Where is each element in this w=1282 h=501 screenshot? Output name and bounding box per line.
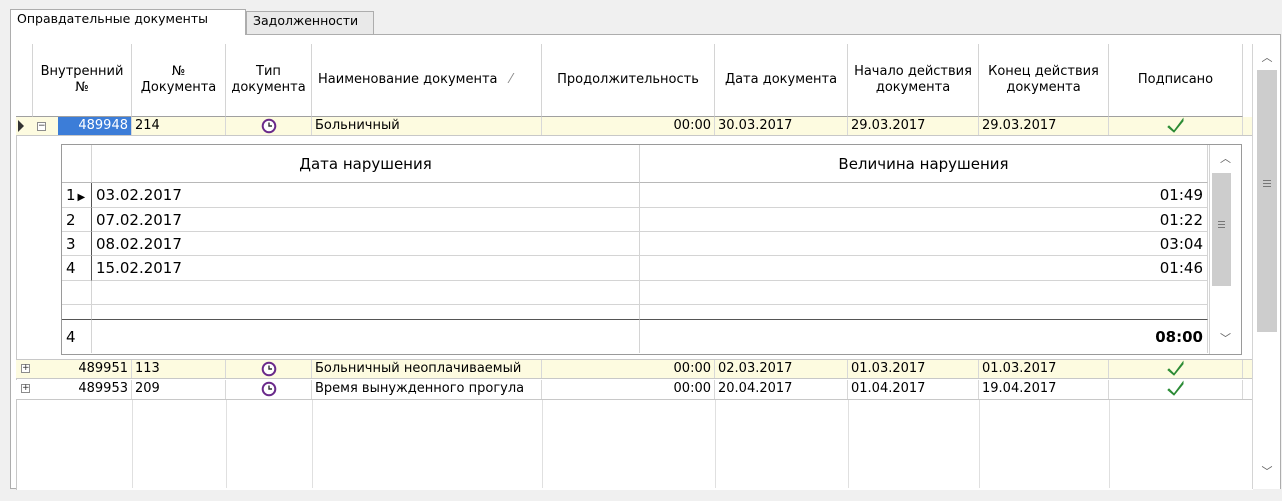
cell-violation-value[interactable]: 01:46 xyxy=(640,256,1208,281)
table-row[interactable]: + 489951 113 Больничный неоплачиваемый 0… xyxy=(16,359,1252,379)
scroll-down-icon[interactable]: ﹀ xyxy=(1253,464,1281,480)
col-header-duration[interactable]: Продолжительность xyxy=(542,44,715,117)
collapse-icon[interactable]: − xyxy=(37,122,46,131)
cell-doc-date[interactable]: 02.03.2017 xyxy=(715,360,848,378)
scroll-down-icon[interactable]: ﹀ xyxy=(1210,331,1241,347)
cell-doc-date[interactable]: 30.03.2017 xyxy=(715,117,848,135)
cell-end[interactable]: 29.03.2017 xyxy=(979,117,1109,135)
clock-icon xyxy=(261,381,276,397)
tab-justifying-documents[interactable]: Оправдательные документы xyxy=(10,9,246,35)
row-number: 3 xyxy=(62,232,92,256)
scroll-up-icon[interactable]: ︿ xyxy=(1253,50,1281,66)
cell-duration[interactable]: 00:00 xyxy=(542,117,715,135)
new-row-cell[interactable] xyxy=(640,281,1208,305)
footer-empty xyxy=(92,319,640,353)
scroll-up-icon[interactable]: ︿ xyxy=(1210,151,1241,167)
cell-violation-value[interactable]: 01:22 xyxy=(640,208,1208,232)
col-header-doc-type[interactable]: Тип документа xyxy=(226,44,312,117)
cell-violation-date[interactable]: 08.02.2017 xyxy=(92,232,640,256)
col-header-start[interactable]: Начало действия документа xyxy=(848,44,979,117)
tab-label: Задолженности xyxy=(253,13,359,28)
expand-icon[interactable]: + xyxy=(21,384,30,393)
check-icon xyxy=(1166,360,1183,376)
cell-signed[interactable] xyxy=(1109,380,1243,399)
cell-start[interactable]: 01.04.2017 xyxy=(848,380,979,399)
cell-violation-value[interactable]: 03:04 xyxy=(640,232,1208,256)
cell-doc-no[interactable]: 209 xyxy=(132,380,226,399)
cell-duration[interactable]: 00:00 xyxy=(542,360,715,378)
col-header-violation-value[interactable]: Величина нарушения xyxy=(640,145,1208,183)
detail-scroll-thumb[interactable] xyxy=(1212,173,1231,286)
tab-debts[interactable]: Задолженности xyxy=(246,11,374,34)
table-row[interactable]: + 489953 209 Время вынужденного прогула … xyxy=(16,380,1252,400)
current-row-indicator-icon: ▶ xyxy=(77,192,86,203)
cell-start[interactable]: 01.03.2017 xyxy=(848,360,979,378)
col-header-internal-no[interactable]: Внутренний № xyxy=(33,44,132,117)
col-header-violation-date[interactable]: Дата нарушения xyxy=(92,145,640,183)
main-scrollbar[interactable]: ︿ ﹀ xyxy=(1252,44,1280,489)
col-header-signed[interactable]: Подписано xyxy=(1109,44,1243,117)
violations-detail-grid: Дата нарушения Величина нарушения 1 ▶ 03.… xyxy=(61,144,1242,355)
header-indicator xyxy=(16,44,33,117)
footer-total: 08:00 xyxy=(640,319,1208,353)
new-row-cell[interactable] xyxy=(92,281,640,305)
col-header-end[interactable]: Конец действия документа xyxy=(979,44,1109,117)
cell-end[interactable]: 19.04.2017 xyxy=(979,380,1109,399)
cell-violation-date[interactable]: 07.02.2017 xyxy=(92,208,640,232)
table-row[interactable]: − 489948 214 Больничный 00:00 30.03.2017… xyxy=(16,117,1252,136)
new-row-indicator xyxy=(62,281,92,305)
cell-doc-type[interactable] xyxy=(226,117,312,135)
cell-doc-name[interactable]: Больничный неоплачиваемый xyxy=(312,360,542,378)
tab-label: Оправдательные документы xyxy=(17,11,208,26)
cell-start[interactable]: 29.03.2017 xyxy=(848,117,979,135)
row-number: 1 ▶ xyxy=(62,183,92,208)
clock-icon xyxy=(261,361,276,377)
cell-internal-no[interactable]: 489953 xyxy=(58,380,132,399)
cell-doc-name[interactable]: Время вынужденного прогула xyxy=(312,380,542,399)
col-header-doc-no[interactable]: № Документа xyxy=(132,44,226,117)
current-row-indicator-icon xyxy=(18,120,24,132)
cell-violation-value[interactable]: 01:49 xyxy=(640,183,1208,208)
row-number: 4 xyxy=(62,256,92,281)
cell-doc-name[interactable]: Больничный xyxy=(312,117,542,135)
cell-doc-no[interactable]: 113 xyxy=(132,360,226,378)
cell-violation-date[interactable]: 15.02.2017 xyxy=(92,256,640,281)
main-scroll-thumb[interactable] xyxy=(1257,70,1277,332)
cell-internal-no[interactable]: 489951 xyxy=(58,360,132,378)
cell-end[interactable]: 01.03.2017 xyxy=(979,360,1109,378)
cell-doc-type[interactable] xyxy=(226,360,312,378)
col-header-doc-date[interactable]: Дата документа xyxy=(715,44,848,117)
row-number: 2 xyxy=(62,208,92,232)
check-icon xyxy=(1166,380,1183,396)
sort-indicator-icon: ⁄ xyxy=(509,72,513,87)
cell-doc-type[interactable] xyxy=(226,380,312,399)
check-icon xyxy=(1166,117,1183,133)
cell-internal-no[interactable]: 489948 xyxy=(58,117,132,135)
expand-icon[interactable]: + xyxy=(21,364,30,373)
cell-duration[interactable]: 00:00 xyxy=(542,380,715,399)
col-header-doc-name[interactable]: Наименование документа ⁄ xyxy=(312,44,542,117)
footer-count: 4 xyxy=(62,319,92,353)
detail-header-indicator xyxy=(62,145,92,183)
detail-scrollbar[interactable]: ︿ ﹀ xyxy=(1209,145,1240,354)
clock-icon xyxy=(261,118,276,134)
cell-doc-date[interactable]: 20.04.2017 xyxy=(715,380,848,399)
cell-doc-no[interactable]: 214 xyxy=(132,117,226,135)
cell-signed[interactable] xyxy=(1109,117,1243,135)
cell-violation-date[interactable]: 03.02.2017 xyxy=(92,183,640,208)
cell-signed[interactable] xyxy=(1109,360,1243,378)
